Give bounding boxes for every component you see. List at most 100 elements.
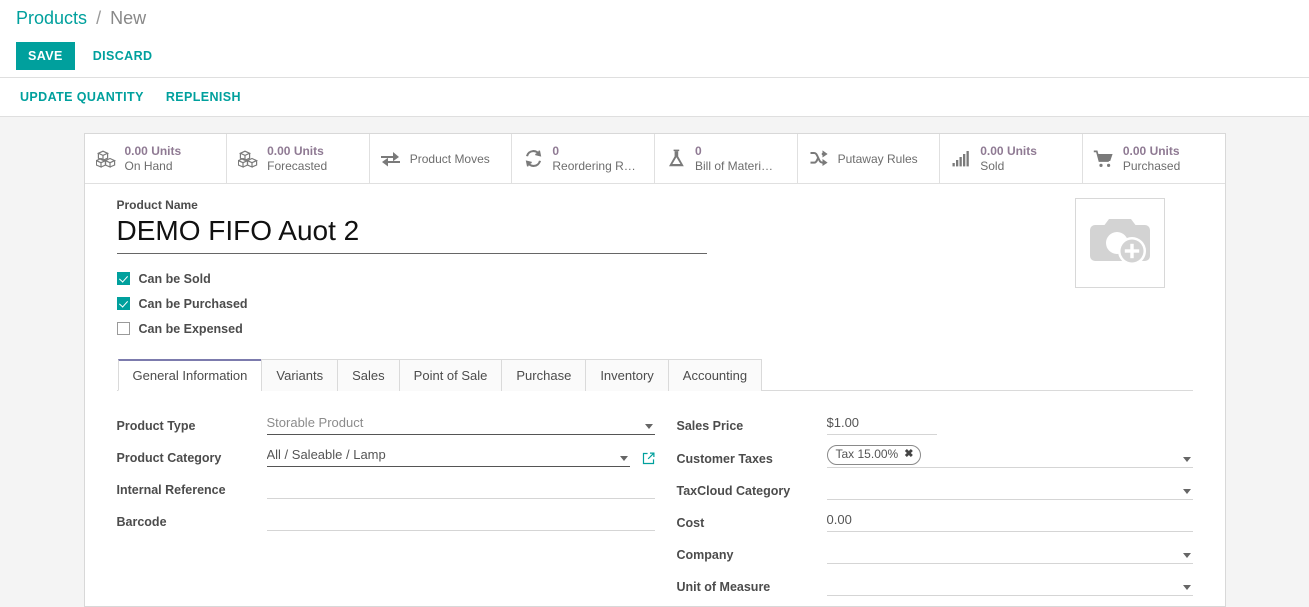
can-be-sold-label[interactable]: Can be Sold [139, 272, 211, 286]
stat-label: Purchased [1122, 158, 1181, 173]
tax-tag[interactable]: Tax 15.00% ✖ [826, 445, 922, 465]
customer-taxes-label: Customer Taxes [676, 452, 773, 466]
title-row: Product Name Can be Sold Can be Purchase… [116, 198, 1193, 341]
customer-taxes-tag-list[interactable]: Tax 15.00% ✖ [826, 445, 1193, 468]
remove-tag-icon[interactable]: ✖ [904, 447, 913, 462]
sales-price-input[interactable] [826, 414, 937, 435]
field-internal-reference: Internal Reference [117, 477, 655, 499]
can-be-purchased-checkbox[interactable] [116, 297, 130, 310]
checkbox-row-can-be-sold[interactable]: Can be Sold [116, 266, 817, 291]
tab-general-information[interactable]: General Information [117, 359, 263, 391]
stat-label: On Hand [124, 158, 173, 173]
breadcrumb: Products / New [16, 0, 1293, 30]
update-quantity-button[interactable]: UPDATE QUANTITY [16, 83, 148, 111]
product-form-sheet: 0.00 Units On Hand 0.00 Units Forecasted… [83, 133, 1226, 607]
camera-add-icon [1087, 215, 1153, 272]
stat-text: 0 Reordering R… [552, 145, 635, 173]
can-be-purchased-label[interactable]: Can be Purchased [139, 297, 248, 311]
tab-purchase[interactable]: Purchase [501, 359, 587, 391]
product-name-input[interactable] [116, 214, 707, 254]
can-be-sold-checkbox[interactable] [116, 272, 130, 285]
unit-of-measure-input[interactable] [826, 575, 1193, 596]
company-label: Company [676, 548, 734, 562]
stat-button-bill-of-materials[interactable]: 0 Bill of Materi… [655, 134, 798, 183]
checkbox-row-can-be-purchased[interactable]: Can be Purchased [116, 291, 817, 316]
taxcloud-category-control [826, 479, 1193, 500]
shuffle-icon [808, 148, 830, 170]
stat-button-putaway-rules[interactable]: Putaway Rules [798, 134, 941, 183]
product-type-label: Product Type [116, 419, 196, 433]
checkbox-row-can-be-expensed[interactable]: Can be Expensed [116, 316, 817, 341]
action-bar: UPDATE QUANTITY REPLENISH [0, 78, 1309, 117]
tax-tag-label: Tax 15.00% [835, 447, 899, 461]
stat-value: 0 [552, 144, 560, 158]
replenish-button[interactable]: REPLENISH [162, 83, 245, 111]
shopping-cart-icon [1093, 148, 1115, 170]
field-product-type: Product Type [117, 413, 655, 435]
unit-of-measure-label: Unit of Measure [676, 580, 771, 594]
tab-inventory[interactable]: Inventory [585, 359, 669, 391]
tab-point-of-sale[interactable]: Point of Sale [398, 359, 503, 391]
customer-taxes-control: Tax 15.00% ✖ [826, 445, 1193, 468]
stat-value: 0.00 Units [267, 144, 324, 158]
stat-text: Product Moves [410, 151, 490, 166]
tab-sales[interactable]: Sales [337, 359, 400, 391]
can-be-expensed-checkbox[interactable] [116, 322, 130, 335]
control-panel-buttons: SAVE DISCARD [16, 42, 1293, 70]
stat-button-on-hand[interactable]: 0.00 Units On Hand [85, 134, 228, 183]
field-product-category: Product Category [117, 445, 655, 467]
internal-link-icon[interactable] [642, 452, 655, 467]
breadcrumb-separator: / [96, 8, 102, 28]
taxcloud-category-input[interactable] [826, 479, 1193, 500]
stat-label: Putaway Rules [837, 152, 918, 166]
stat-label: Bill of Materi… [695, 158, 774, 173]
internal-reference-label: Internal Reference [116, 483, 226, 497]
cost-input[interactable] [826, 511, 1193, 532]
field-company: Company [677, 542, 1193, 564]
refresh-icon [522, 148, 544, 170]
can-be-expensed-label[interactable]: Can be Expensed [139, 322, 243, 336]
stat-text: 0.00 Units Purchased [1123, 145, 1180, 173]
cost-control [826, 511, 1193, 532]
field-cost: Cost [677, 510, 1193, 532]
stat-value: 0.00 Units [124, 144, 182, 158]
sales-price-control [826, 414, 1193, 435]
product-type-input[interactable] [266, 414, 655, 435]
stat-button-sold[interactable]: 0.00 Units Sold [940, 134, 1083, 183]
field-barcode: Barcode [117, 509, 655, 531]
stat-label: Forecasted [267, 158, 328, 173]
product-category-input[interactable] [266, 446, 630, 467]
barcode-input[interactable] [266, 510, 655, 531]
notebook-tabs: General Information Variants Sales Point… [116, 359, 1193, 391]
right-field-column: Sales Price Customer Taxes Tax 15.00% ✖ [655, 413, 1193, 606]
stat-button-purchased[interactable]: 0.00 Units Purchased [1083, 134, 1225, 183]
stat-value: 0.00 Units [980, 144, 1037, 158]
save-button[interactable]: SAVE [16, 42, 75, 70]
breadcrumb-products-link[interactable]: Products [16, 8, 87, 28]
product-image-upload[interactable] [1074, 198, 1165, 288]
product-flags-group: Can be Sold Can be Purchased Can be Expe… [116, 266, 817, 341]
stat-label: Reordering R… [552, 158, 636, 173]
stat-label: Product Moves [409, 152, 490, 166]
tab-variants[interactable]: Variants [261, 359, 339, 391]
stat-button-forecasted[interactable]: 0.00 Units Forecasted [227, 134, 370, 183]
barcode-label: Barcode [116, 515, 167, 529]
bar-chart-icon [950, 148, 972, 170]
stat-value: 0 [695, 144, 702, 158]
field-unit-of-measure: Unit of Measure [677, 574, 1193, 596]
discard-button[interactable]: DISCARD [89, 42, 157, 70]
stat-value: 0.00 Units [1122, 144, 1180, 158]
internal-reference-input[interactable] [266, 478, 655, 499]
stat-button-product-moves[interactable]: Product Moves [370, 134, 513, 183]
field-taxcloud-category: TaxCloud Category [677, 478, 1193, 500]
cubes-icon [237, 148, 259, 170]
product-category-label: Product Category [116, 451, 222, 465]
cubes-icon [95, 148, 117, 170]
control-panel: Products / New SAVE DISCARD [0, 0, 1309, 78]
product-type-control [266, 414, 655, 435]
stat-text: 0 Bill of Materi… [695, 145, 773, 173]
stat-button-reordering-rules[interactable]: 0 Reordering R… [512, 134, 655, 183]
company-input[interactable] [826, 543, 1193, 564]
tab-accounting[interactable]: Accounting [667, 359, 763, 391]
sheet-background: 0.00 Units On Hand 0.00 Units Forecasted… [0, 117, 1309, 607]
